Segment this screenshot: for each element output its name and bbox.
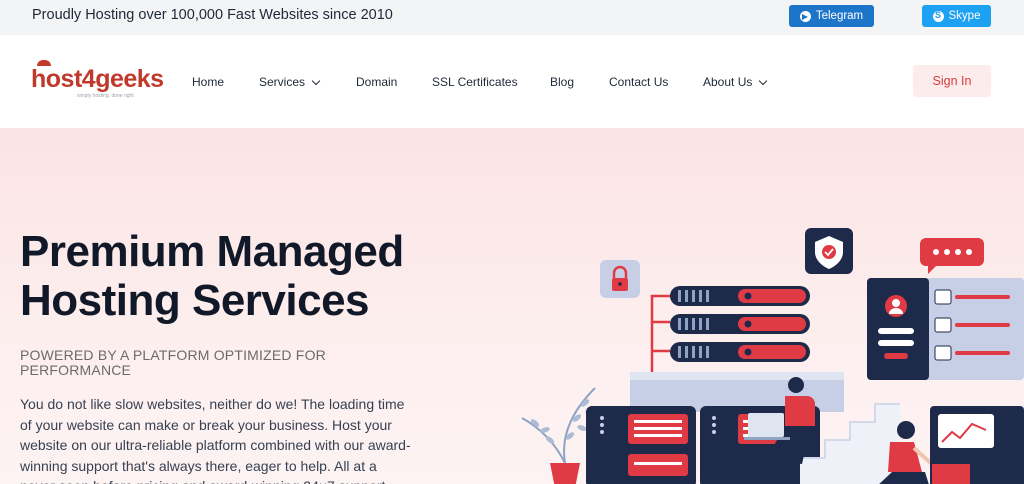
sign-in-button[interactable]: Sign In — [913, 65, 991, 97]
main-navbar: host4geeks simply hosting. done right Ho… — [0, 35, 1024, 128]
skype-label: Skype — [948, 10, 981, 22]
chart-card — [930, 406, 1024, 484]
nav-ssl-certificates[interactable]: SSL Certificates — [432, 75, 518, 89]
top-bar: Proudly Hosting over 100,000 Fast Websit… — [0, 0, 1024, 35]
plant-icon — [521, 387, 596, 484]
server-stack — [670, 286, 810, 362]
hosting-illustration — [521, 228, 1024, 484]
chevron-down-icon — [311, 76, 321, 85]
skype-button[interactable]: Skype — [922, 5, 991, 27]
logo[interactable]: host4geeks simply hosting. done right — [31, 60, 164, 99]
shield-icon — [805, 228, 853, 274]
nav-domain[interactable]: Domain — [356, 75, 397, 89]
telegram-button[interactable]: Telegram — [789, 5, 874, 27]
hero-description: You do not like slow websites, neither d… — [20, 396, 411, 484]
nav-blog[interactable]: Blog — [550, 75, 574, 89]
nav-contact-us[interactable]: Contact Us — [609, 75, 668, 89]
logo-wordmark: host4geeks — [31, 65, 164, 93]
telegram-icon — [799, 10, 811, 22]
nav-about-us[interactable]: About Us — [703, 75, 768, 89]
nav-services[interactable]: Services — [259, 75, 321, 89]
hero-title: Premium Managed Hosting Services — [20, 227, 404, 325]
nav-home[interactable]: Home — [192, 75, 224, 89]
telegram-label: Telegram — [815, 10, 864, 22]
chat-bubble-icon — [920, 238, 984, 274]
chevron-down-icon — [759, 76, 768, 85]
top-bar-tagline: Proudly Hosting over 100,000 Fast Websit… — [32, 7, 393, 23]
hero-subtitle: POWERED BY A PLATFORM OPTIMIZED FOR PERF… — [20, 347, 326, 378]
dashboard-card — [867, 278, 1024, 380]
logo-tagline: simply hosting. done right — [77, 93, 134, 99]
lock-icon — [600, 260, 640, 298]
logo-hat-icon — [37, 60, 51, 66]
skype-icon — [932, 10, 944, 22]
hero-section: Premium Managed Hosting Services POWERED… — [0, 128, 1024, 484]
